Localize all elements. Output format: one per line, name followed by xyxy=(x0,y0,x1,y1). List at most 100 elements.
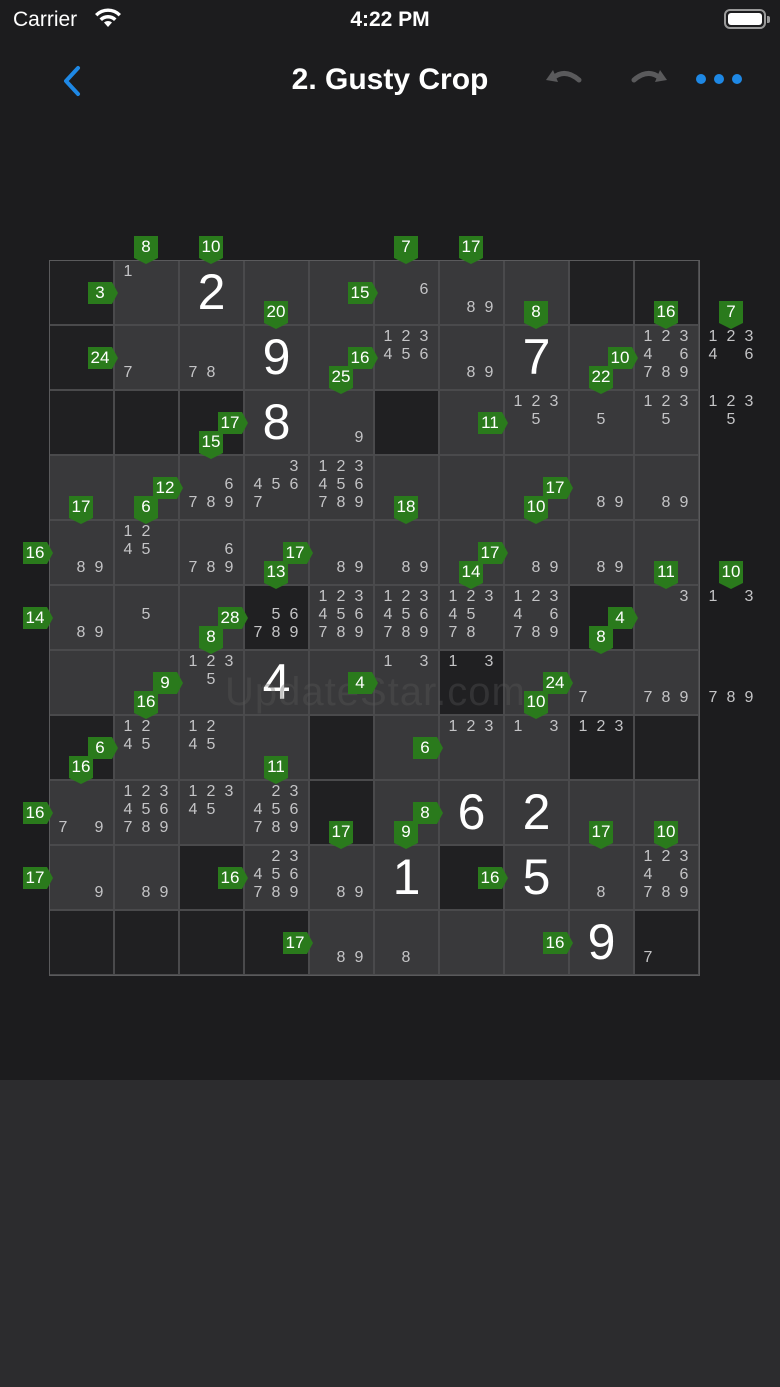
cell-notes: 89 xyxy=(634,455,699,520)
pencil-mark: 6 xyxy=(289,476,299,493)
board-cell-r6c0[interactable] xyxy=(49,650,114,715)
cell-value: 1 xyxy=(392,849,421,905)
pencil-mark: 8 xyxy=(531,559,541,576)
cell-notes: 89 xyxy=(504,520,569,585)
pencil-mark: 4 xyxy=(253,801,263,818)
cell-notes: 123 456 789 xyxy=(309,455,374,520)
cage-sum-clue: 17 xyxy=(329,821,353,849)
pencil-mark: 7 xyxy=(643,949,653,966)
board-cell-r10c2[interactable] xyxy=(179,910,244,975)
cage-sum-clue: 16 xyxy=(23,542,53,564)
pencil-mark: 9 xyxy=(354,624,364,641)
pencil-mark: 2 xyxy=(401,328,411,345)
cage-sum-clue: 6 xyxy=(134,496,158,524)
pencil-mark: 3 xyxy=(289,848,299,865)
pencil-mark: 2 xyxy=(661,848,671,865)
pencil-mark: 3 xyxy=(744,328,754,345)
pencil-mark: 9 xyxy=(289,624,299,641)
pencil-mark: 5 xyxy=(336,476,346,493)
cell-notes: 13 xyxy=(439,650,504,715)
board-cell-r0c8[interactable] xyxy=(569,260,634,325)
pencil-mark: 6 xyxy=(744,346,754,363)
pencil-mark: 1 xyxy=(643,848,653,865)
pencil-mark: 1 xyxy=(123,523,133,540)
pencil-mark: 4 xyxy=(253,866,263,883)
pencil-mark: 3 xyxy=(484,588,494,605)
pencil-mark: 5 xyxy=(141,801,151,818)
cell-notes: 89 xyxy=(374,520,439,585)
cage-sum-clue: 7 xyxy=(394,236,418,264)
board-cell-r3c6[interactable] xyxy=(439,455,504,520)
board-cell-r10c6[interactable] xyxy=(439,910,504,975)
pencil-mark: 9 xyxy=(679,364,689,381)
cell-notes: 123 4 6 789 xyxy=(504,585,569,650)
pencil-mark: 6 xyxy=(354,476,364,493)
pencil-mark: 3 xyxy=(354,458,364,475)
pencil-mark: 6 xyxy=(224,541,234,558)
board-cell-r2c0[interactable] xyxy=(49,390,114,455)
pencil-mark: 2 xyxy=(661,393,671,410)
pencil-mark: 9 xyxy=(354,429,364,446)
cell-notes: 123 456 789 xyxy=(114,780,179,845)
cage-sum-clue: 17 xyxy=(23,867,53,889)
pencil-mark: 8 xyxy=(401,949,411,966)
pencil-mark: 8 xyxy=(76,624,86,641)
board-cell-r10c0[interactable] xyxy=(49,910,114,975)
pencil-mark: 5 xyxy=(596,411,606,428)
pencil-mark: 1 xyxy=(708,393,718,410)
pencil-mark: 2 xyxy=(271,848,281,865)
board-cell-r2c1[interactable] xyxy=(114,390,179,455)
cell-notes: 8 xyxy=(374,910,439,975)
cell-value: 4 xyxy=(262,654,291,710)
pencil-mark: 2 xyxy=(661,328,671,345)
pencil-mark: 7 xyxy=(253,819,263,836)
pencil-mark: 6 xyxy=(549,606,559,623)
pencil-mark: 1 xyxy=(448,588,458,605)
board-cell-r10c1[interactable] xyxy=(114,910,179,975)
pencil-mark: 8 xyxy=(596,884,606,901)
pencil-mark: 8 xyxy=(401,624,411,641)
pencil-mark: 8 xyxy=(726,689,736,706)
cell-notes: 123 4578 xyxy=(439,585,504,650)
pencil-mark: 6 xyxy=(224,476,234,493)
cell-notes: 1245 xyxy=(179,715,244,780)
pencil-mark: 5 xyxy=(726,411,736,428)
pencil-mark: 8 xyxy=(466,299,476,316)
board-cell-r2c5[interactable] xyxy=(374,390,439,455)
pencil-mark: 9 xyxy=(224,494,234,511)
pencil-mark: 7 xyxy=(643,884,653,901)
cell-notes: 89 xyxy=(569,455,634,520)
pencil-mark: 8 xyxy=(596,559,606,576)
pencil-mark: 9 xyxy=(614,559,624,576)
pencil-mark: 8 xyxy=(336,494,346,511)
cell-notes: 89 xyxy=(309,845,374,910)
pencil-mark: 1 xyxy=(383,588,393,605)
board-cell-r7c4[interactable] xyxy=(309,715,374,780)
pencil-mark: 8 xyxy=(141,819,151,836)
pencil-mark: 4 xyxy=(643,866,653,883)
pencil-mark: 9 xyxy=(159,884,169,901)
pencil-mark: 7 xyxy=(513,624,523,641)
cell-notes: 1235 xyxy=(504,390,569,455)
cell-notes: 23 456 789 xyxy=(244,845,309,910)
pencil-mark: 7 xyxy=(58,819,68,836)
cell-notes: 7 xyxy=(569,650,634,715)
cell-value: 2 xyxy=(522,784,551,840)
cell-notes: 89 xyxy=(569,520,634,585)
cage-sum-clue: 11 xyxy=(264,756,288,784)
pencil-mark: 8 xyxy=(661,494,671,511)
pencil-mark: 7 xyxy=(188,494,198,511)
pencil-mark: 1 xyxy=(448,718,458,735)
pencil-mark: 9 xyxy=(289,819,299,836)
pencil-mark: 9 xyxy=(94,819,104,836)
pencil-mark: 3 xyxy=(614,718,624,735)
pencil-mark: 9 xyxy=(549,559,559,576)
pencil-mark: 9 xyxy=(484,364,494,381)
pencil-mark: 9 xyxy=(94,884,104,901)
pencil-mark: 1 xyxy=(383,653,393,670)
pencil-mark: 1 xyxy=(188,653,198,670)
cage-sum-clue: 8 xyxy=(199,626,223,654)
pencil-mark: 4 xyxy=(513,606,523,623)
board-cell-r7c9[interactable] xyxy=(634,715,699,780)
pencil-mark: 2 xyxy=(596,718,606,735)
